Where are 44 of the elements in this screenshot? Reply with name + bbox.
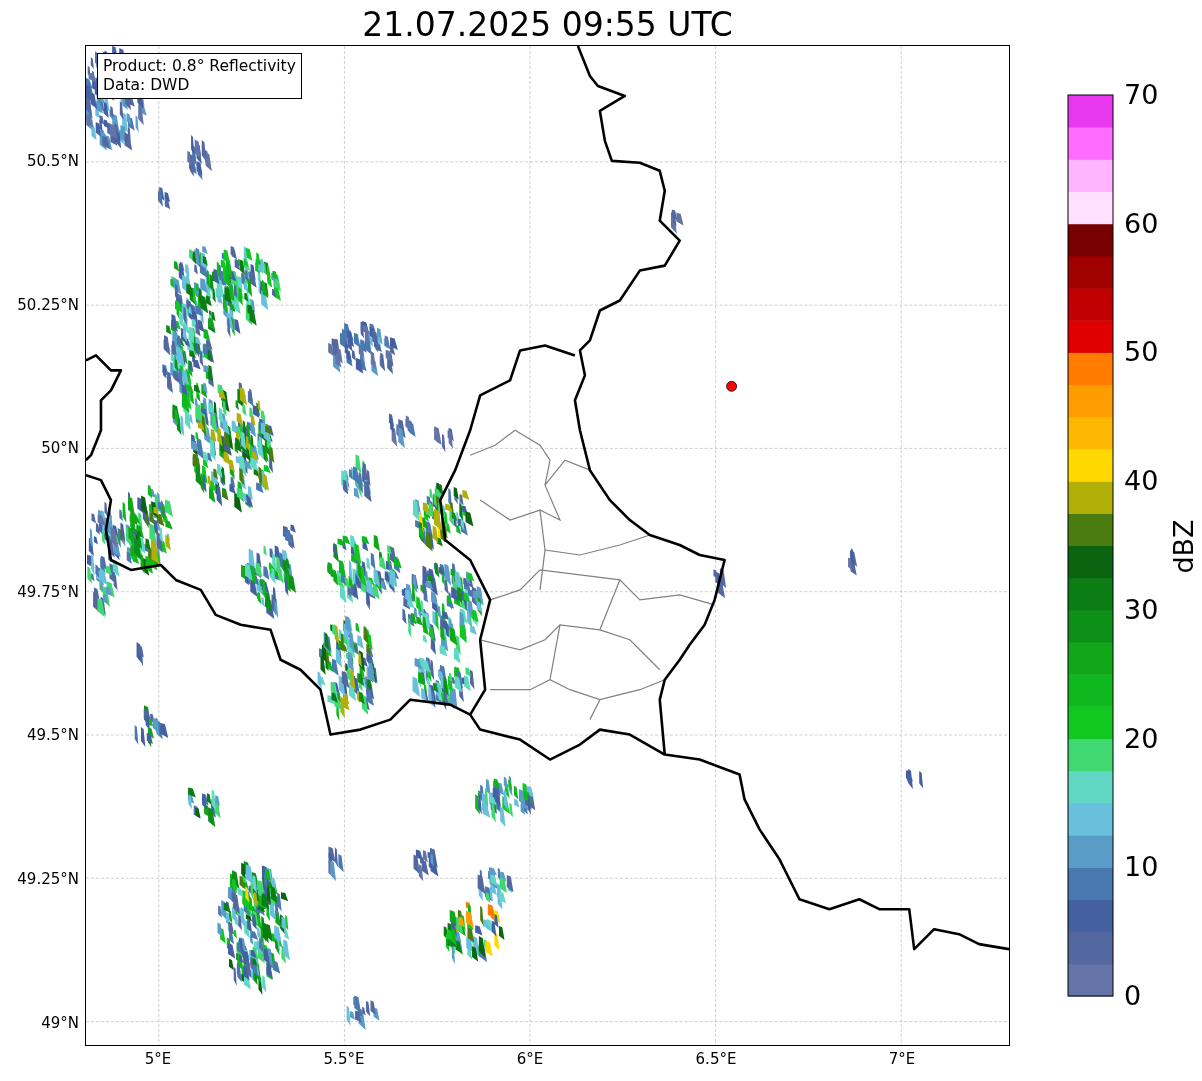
latitude-label: 49.75°N bbox=[17, 582, 79, 601]
radar-echo-drawing bbox=[328, 321, 398, 377]
latitude-label: 49.25°N bbox=[17, 870, 79, 888]
radar-echo-drawing bbox=[187, 135, 212, 180]
longitude-label: 7°E bbox=[887, 1050, 917, 1068]
longitude-label: 5.5°E bbox=[322, 1050, 366, 1068]
colorbar-tick-label: 70 bbox=[1124, 79, 1159, 111]
radar-echo-drawing bbox=[412, 645, 475, 711]
radar-echo-drawing bbox=[670, 209, 684, 234]
legend-text: Product: 0.8° Reflectivity bbox=[103, 57, 296, 76]
latitude-label: 50.5°N bbox=[26, 152, 79, 170]
colorbar-tick-label: 50 bbox=[1124, 336, 1159, 369]
radar-echo-drawing bbox=[848, 547, 858, 576]
radar-echo-drawing bbox=[388, 413, 416, 449]
radar-echo-drawing bbox=[713, 568, 727, 599]
colorbar-tick-label: 40 bbox=[1124, 465, 1159, 498]
location-marker bbox=[726, 380, 737, 392]
radar-echo-drawing bbox=[905, 768, 924, 790]
radar-echo-drawing bbox=[341, 454, 372, 503]
radar-echo-drawing bbox=[434, 426, 454, 453]
radar-echo-drawing bbox=[158, 186, 171, 210]
colorbar-tick-label: 20 bbox=[1124, 722, 1159, 755]
latitude-label: 50°N bbox=[41, 439, 79, 458]
colorbar-tick-label: 60 bbox=[1124, 207, 1159, 240]
colorbar-tick-label: 30 bbox=[1124, 593, 1159, 626]
radar-echo-drawing bbox=[188, 787, 221, 828]
radar-echo-drawing bbox=[346, 995, 380, 1030]
longitude-label: 5°E bbox=[143, 1050, 173, 1068]
latitude-label: 49°N bbox=[41, 1013, 79, 1032]
latitude-label: 50.25°N bbox=[17, 295, 79, 314]
radar-echo-drawing bbox=[475, 775, 536, 828]
legend-text: Data: DWD bbox=[103, 76, 191, 95]
chart-title: 21.07.2025 09:55 UTC bbox=[361, 4, 734, 45]
colorbar-label: dBZ bbox=[1167, 519, 1199, 574]
radar-echo-drawing bbox=[412, 482, 474, 552]
radar-echo-drawing bbox=[328, 846, 344, 882]
longitude-label: 6°E bbox=[515, 1050, 545, 1068]
radar-echo-drawing bbox=[136, 642, 144, 667]
radar-echo-drawing bbox=[134, 705, 169, 747]
radar-echo-drawing bbox=[413, 847, 439, 882]
colorbar-tick-label: 0 bbox=[1124, 980, 1142, 1012]
colorbar-tick-label: 10 bbox=[1124, 851, 1159, 884]
longitude-label: 6.5°E bbox=[694, 1050, 738, 1068]
latitude-label: 49.5°N bbox=[26, 726, 79, 745]
